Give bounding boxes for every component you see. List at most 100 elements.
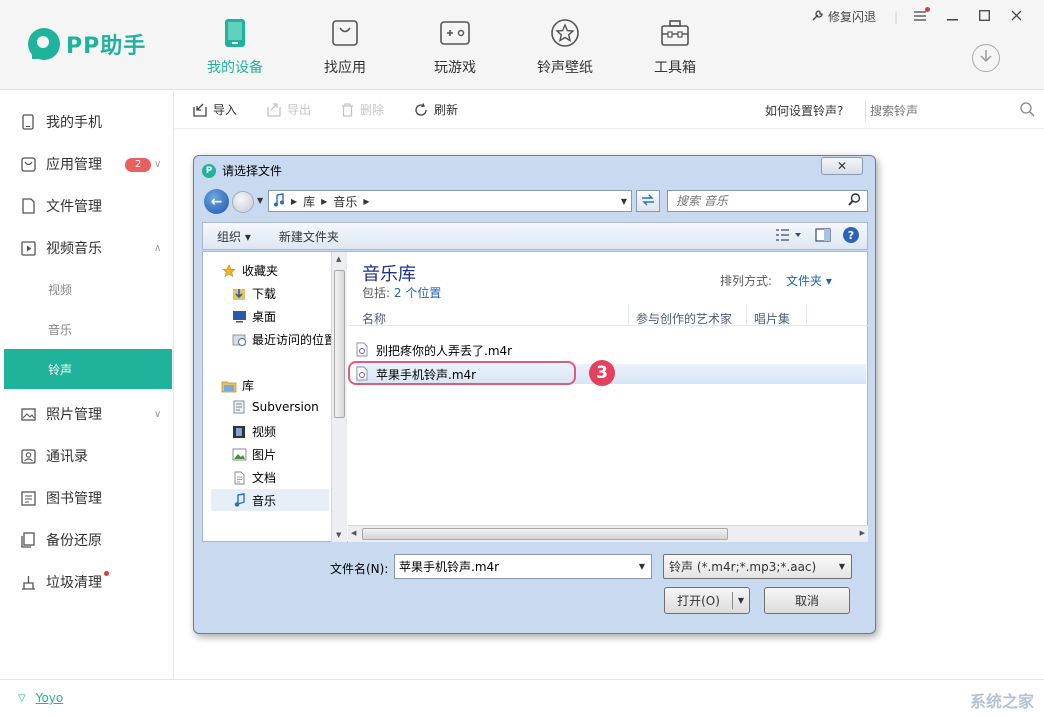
device-name-link[interactable]: Yoyo: [36, 691, 64, 705]
menu-button[interactable]: [910, 6, 930, 25]
export-button[interactable]: 导出: [267, 101, 311, 118]
preview-pane-icon[interactable]: [815, 228, 831, 242]
tree-videos[interactable]: 视频: [231, 423, 276, 440]
maximize-button[interactable]: [974, 9, 994, 25]
column-album[interactable]: 唱片集: [754, 310, 790, 327]
sidebar-item-app-manage[interactable]: 应用管理 2 ∨: [0, 143, 173, 185]
view-options-icon[interactable]: [775, 228, 803, 242]
minimize-button[interactable]: [942, 9, 962, 25]
new-folder-button[interactable]: 新建文件夹: [269, 228, 349, 245]
tree-desktop[interactable]: 桌面: [231, 308, 276, 325]
file-row[interactable]: 别把疼你的人弄丢了.m4r: [356, 340, 866, 360]
tree-label: 下载: [252, 287, 277, 301]
dialog-close-button[interactable]: ✕: [821, 157, 863, 175]
organize-button[interactable]: 组织 ▾: [207, 228, 261, 245]
nav-label: 铃声壁纸: [537, 60, 593, 76]
scroll-left-icon[interactable]: ◀: [351, 529, 356, 537]
library-locations-link[interactable]: 2 个位置: [394, 286, 441, 300]
chevron-down-icon[interactable]: ▼: [639, 562, 645, 571]
nav-label: 工具箱: [654, 60, 696, 76]
column-artist[interactable]: 参与创作的艺术家: [636, 310, 732, 327]
sidebar-subitem-video[interactable]: 视频: [0, 269, 173, 309]
cancel-button[interactable]: 取消: [764, 587, 850, 614]
back-button[interactable]: ←: [204, 189, 229, 214]
tree-libraries[interactable]: 库: [221, 377, 254, 394]
scroll-up-icon[interactable]: ▲: [336, 255, 341, 263]
nav-label: 找应用: [324, 60, 366, 76]
sidebar-item-contacts[interactable]: 通讯录: [0, 435, 173, 477]
sidebar-subitem-music[interactable]: 音乐: [0, 309, 173, 349]
sidebar-item-label: 通讯录: [46, 449, 88, 465]
document-library-icon: [231, 400, 247, 414]
tree-documents[interactable]: 文档: [231, 469, 276, 486]
import-button[interactable]: 导入: [193, 101, 237, 118]
notification-dot: [104, 571, 109, 576]
chevron-down-icon[interactable]: ∨: [154, 159, 161, 170]
address-bar[interactable]: ▶ 库 ▶ 音乐 ▶ ▼: [268, 190, 632, 212]
sidebar-item-file-manage[interactable]: 文件管理: [0, 185, 173, 227]
tree-favorites[interactable]: 收藏夹: [221, 262, 278, 279]
tree-subversion[interactable]: Subversion: [231, 400, 319, 414]
repair-crash-button[interactable]: 修复闪退: [811, 8, 876, 25]
sidebar-item-backup-restore[interactable]: 备份还原: [0, 519, 173, 561]
delete-button[interactable]: 删除: [341, 101, 384, 118]
tree-recent-places[interactable]: 最近访问的位置: [231, 331, 331, 348]
audio-file-icon: [356, 366, 370, 382]
tree-pictures[interactable]: 图片: [231, 446, 276, 463]
how-to-set-ringtone-link[interactable]: 如何设置铃声?: [765, 102, 843, 119]
nav-pane-scrollbar[interactable]: ▲ ▼: [331, 252, 347, 542]
nav-find-apps[interactable]: 找应用: [290, 18, 400, 84]
scroll-right-icon[interactable]: ▶: [860, 529, 865, 537]
sidebar-item-junk-clean[interactable]: 垃圾清理: [0, 561, 173, 603]
breadcrumb-music[interactable]: 音乐: [333, 193, 357, 210]
open-dropdown-icon[interactable]: ▼: [733, 596, 749, 605]
open-button[interactable]: 打开(O) ▼: [664, 587, 750, 614]
history-dropdown-icon[interactable]: ▼: [257, 196, 263, 205]
breadcrumb-libraries[interactable]: 库: [303, 193, 315, 210]
sidebar-item-book-manage[interactable]: 图书管理: [0, 477, 173, 519]
app-icon: [20, 156, 36, 172]
scrollbar-thumb[interactable]: [362, 528, 728, 540]
nav-ringtones-wallpapers[interactable]: 铃声壁纸: [510, 18, 620, 84]
triangle-down-icon[interactable]: ▽: [18, 693, 26, 704]
close-button[interactable]: [1006, 9, 1026, 25]
sidebar-item-video-music[interactable]: 视频音乐 ∧: [0, 227, 173, 269]
refresh-button[interactable]: 刷新: [414, 101, 458, 118]
nav-play-games[interactable]: 玩游戏: [400, 18, 510, 84]
dialog-search-input[interactable]: [676, 194, 826, 208]
tree-downloads[interactable]: 下载: [231, 285, 276, 302]
scrollbar-thumb[interactable]: [334, 270, 345, 418]
help-icon[interactable]: ?: [843, 227, 859, 243]
search-icon[interactable]: [1020, 101, 1035, 121]
filename-input[interactable]: [399, 559, 619, 574]
sidebar-item-my-phone[interactable]: 我的手机: [0, 101, 173, 143]
nav-toolbox[interactable]: 工具箱: [620, 18, 730, 84]
ringtone-search-input[interactable]: [870, 104, 1000, 118]
column-divider: [806, 304, 807, 326]
column-divider: [628, 304, 629, 326]
sort-dropdown[interactable]: 文件夹 ▾: [786, 272, 832, 289]
file-list-pane: 音乐库 包括: 2 个位置 排列方式: 文件夹 ▾ 名称 参与创作的艺术家 唱片…: [348, 252, 868, 542]
tree-label: 视频: [252, 425, 277, 439]
sidebar-item-photo-manage[interactable]: 照片管理 ∨: [0, 393, 173, 435]
address-dropdown-icon[interactable]: ▼: [621, 197, 627, 206]
column-name[interactable]: 名称: [362, 310, 386, 327]
chevron-down-icon: ▼: [838, 562, 845, 571]
breadcrumb-arrow-icon: ▶: [321, 196, 328, 206]
music-note-icon: [273, 192, 285, 210]
forward-button[interactable]: [232, 191, 254, 213]
chevron-down-icon[interactable]: ∨: [154, 409, 161, 420]
file-type-select[interactable]: 铃声 (*.m4r;*.mp3;*.aac) ▼: [663, 554, 852, 579]
sidebar-subitem-ringtone[interactable]: 铃声: [4, 349, 172, 389]
download-button[interactable]: [972, 44, 1000, 72]
scroll-down-icon[interactable]: ▼: [336, 531, 341, 539]
sidebar-item-label: 备份还原: [46, 533, 102, 549]
tree-music[interactable]: 音乐: [211, 489, 329, 511]
address-refresh-button[interactable]: [636, 190, 660, 212]
chevron-up-icon[interactable]: ∧: [154, 243, 161, 254]
filename-label: 文件名(N):: [330, 562, 389, 576]
filename-combobox: ▼: [394, 554, 652, 579]
nav-my-device[interactable]: 我的设备: [180, 18, 290, 84]
search-icon[interactable]: [848, 192, 861, 210]
file-list-hscrollbar[interactable]: ◀ ▶: [348, 525, 868, 542]
